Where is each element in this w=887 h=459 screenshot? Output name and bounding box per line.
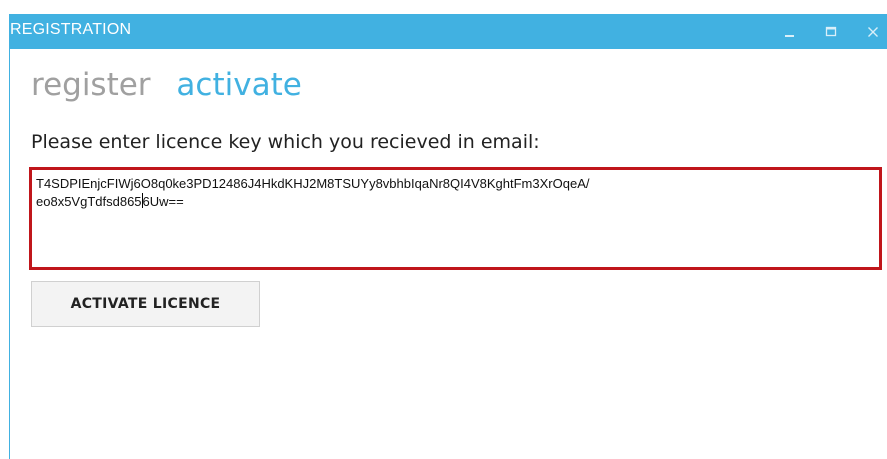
maximize-icon[interactable] — [816, 14, 846, 49]
activate-licence-button[interactable]: ACTIVATE LICENCE — [31, 281, 260, 327]
tab-activate[interactable]: activate — [176, 67, 301, 103]
licence-key-field[interactable]: T4SDPIEnjcFIWj6O8q0ke3PD12486J4HkdKHJ2M8… — [29, 167, 882, 270]
tab-strip: register activate — [31, 67, 318, 103]
minimize-icon[interactable] — [775, 14, 805, 49]
licence-key-prompt: Please enter licence key which you recie… — [31, 131, 540, 153]
window-title: REGISTRATION — [10, 21, 132, 38]
registration-window: REGISTRATION register activate Please en… — [9, 14, 887, 459]
title-bar[interactable]: REGISTRATION — [10, 14, 887, 49]
licence-key-text-line1: T4SDPIEnjcFIWj6O8q0ke3PD12486J4HkdKHJ2M8… — [36, 176, 590, 191]
close-icon[interactable] — [858, 14, 887, 49]
licence-key-text-line2-a: eo8x5VgTdfsd865 — [36, 194, 142, 209]
tab-register[interactable]: register — [31, 67, 151, 103]
licence-key-text-line2-b: 6Uw== — [142, 194, 184, 209]
